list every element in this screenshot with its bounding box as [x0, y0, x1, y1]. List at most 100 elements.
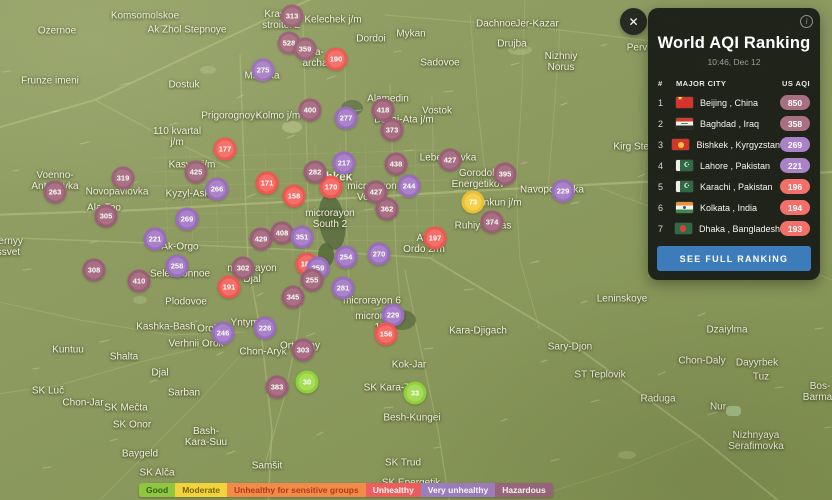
flag-icon-pk	[676, 160, 693, 171]
aqi-marker[interactable]: 374	[480, 210, 504, 234]
ranking-row[interactable]: 4 Lahore , Pakistan 221	[658, 155, 810, 176]
aqi-marker[interactable]: 410	[127, 269, 151, 293]
aqi-badge: 358	[780, 116, 810, 131]
aqi-marker[interactable]: 191	[217, 275, 241, 299]
aqi-marker[interactable]: 258	[165, 254, 189, 278]
aqi-badge: 196	[780, 179, 810, 194]
flag-icon-bd	[674, 223, 692, 234]
aqi-marker[interactable]: 73	[461, 190, 485, 214]
see-full-ranking-button[interactable]: SEE FULL RANKING	[657, 246, 811, 271]
aqi-marker[interactable]: 270	[367, 242, 391, 266]
col-rank: #	[658, 79, 663, 88]
flag-icon-in	[676, 202, 693, 213]
aqi-marker[interactable]: 275	[251, 58, 275, 82]
ranking-table-header: # MAJOR CITY US AQI	[658, 79, 810, 88]
ranking-row[interactable]: 6 Kolkata , India 194	[658, 197, 810, 218]
aqi-marker[interactable]: 438	[384, 152, 408, 176]
aqi-marker[interactable]: 305	[94, 204, 118, 228]
ranking-row[interactable]: 7 Dhaka , Bangladesh 193	[658, 218, 810, 239]
legend-item: Hazardous	[495, 483, 553, 497]
aqi-marker[interactable]: 158	[282, 184, 306, 208]
aqi-marker[interactable]: 373	[380, 118, 404, 142]
rank-number: 5	[658, 181, 664, 192]
ranking-rows: 1 Beijing , China 850 2 Baghdad , Iraq 358 3 Bi…	[658, 92, 810, 239]
close-icon[interactable]: ✕	[620, 8, 647, 35]
aqi-legend: Good Moderate Unhealthy for sensitive grou…	[139, 483, 553, 497]
aqi-marker[interactable]: 429	[249, 227, 273, 251]
world-aqi-ranking-panel: i World AQI Ranking 10:46, Dec 12 # MAJO…	[648, 8, 820, 280]
aqi-marker[interactable]: 277	[334, 106, 358, 130]
aqi-marker[interactable]: 302	[231, 256, 255, 280]
panel-timestamp: 10:46, Dec 12	[707, 57, 761, 67]
aqi-marker[interactable]: 221	[143, 227, 167, 251]
city-name: Dhaka , Bangladesh	[698, 223, 780, 234]
flag-icon-kg	[672, 139, 690, 150]
flag-icon-cn	[676, 97, 693, 108]
aqi-marker[interactable]: 255	[300, 268, 324, 292]
aqi-marker[interactable]: 266	[205, 177, 229, 201]
aqi-marker[interactable]: 359	[293, 37, 317, 61]
col-city: MAJOR CITY	[676, 79, 727, 88]
panel-title: World AQI Ranking	[657, 34, 811, 52]
legend-item: Very unhealthy	[420, 483, 496, 497]
aqi-badge: 221	[780, 158, 810, 173]
aqi-marker[interactable]: 319	[111, 166, 135, 190]
aqi-marker[interactable]: 229	[551, 179, 575, 203]
flag-icon-iq	[676, 118, 693, 129]
aqi-marker[interactable]: 217	[332, 151, 356, 175]
aqi-marker[interactable]: 30	[295, 370, 319, 394]
ranking-row[interactable]: 5 Karachi , Pakistan 196	[658, 176, 810, 197]
ranking-row[interactable]: 1 Beijing , China 850	[658, 92, 810, 113]
aqi-marker[interactable]: 244	[397, 174, 421, 198]
aqi-marker[interactable]: 345	[281, 285, 305, 309]
aqi-marker[interactable]: 425	[184, 160, 208, 184]
aqi-marker[interactable]: 313	[280, 4, 304, 28]
city-name: Bishkek , Kyrgyzstan	[696, 139, 780, 150]
aqi-marker[interactable]: 308	[82, 258, 106, 282]
legend-item: Unhealthy	[365, 483, 421, 497]
city-name: Baghdad , Iraq	[700, 118, 760, 129]
aqi-badge: 269	[780, 137, 810, 152]
city-name: Kolkata , India	[700, 202, 758, 213]
ranking-row[interactable]: 2 Baghdad , Iraq 358	[658, 113, 810, 134]
city-name: Karachi , Pakistan	[700, 181, 773, 192]
aqi-marker[interactable]: 177	[213, 137, 237, 161]
aqi-marker[interactable]: 197	[423, 226, 447, 250]
rank-number: 4	[658, 160, 664, 171]
aqi-marker[interactable]: 190	[324, 47, 348, 71]
aqi-marker[interactable]: 362	[375, 197, 399, 221]
rank-number: 6	[658, 202, 664, 213]
rank-number: 7	[658, 223, 664, 234]
aqi-marker[interactable]: 254	[334, 245, 358, 269]
rank-number: 3	[658, 139, 664, 150]
aqi-map-app: Komsomolskoe Ozernoe Ak Zhol Stepnoye Frunz…	[0, 0, 832, 500]
aqi-marker[interactable]: 156	[374, 322, 398, 346]
rank-number: 1	[658, 97, 664, 108]
legend-item: Moderate	[175, 483, 227, 497]
aqi-marker[interactable]: 33	[403, 381, 427, 405]
aqi-marker[interactable]: 400	[298, 98, 322, 122]
aqi-marker[interactable]: 383	[265, 375, 289, 399]
ranking-row[interactable]: 3 Bishkek , Kyrgyzstan 269	[658, 134, 810, 155]
rank-number: 2	[658, 118, 664, 129]
aqi-marker[interactable]: 281	[331, 276, 355, 300]
info-icon[interactable]: i	[800, 15, 813, 28]
city-name: Beijing , China	[700, 97, 759, 108]
aqi-marker[interactable]: 263	[43, 180, 67, 204]
aqi-marker[interactable]: 246	[211, 321, 235, 345]
legend-item: Unhealthy for sensitive groups	[227, 483, 366, 497]
aqi-marker[interactable]: 351	[290, 225, 314, 249]
city-name: Lahore , Pakistan	[700, 160, 771, 171]
flag-icon-pk	[676, 181, 693, 192]
aqi-marker[interactable]: 226	[253, 316, 277, 340]
aqi-badge: 194	[780, 200, 810, 215]
aqi-badge: 850	[780, 95, 810, 110]
aqi-marker[interactable]: 282	[303, 160, 327, 184]
aqi-marker[interactable]: 427	[438, 148, 462, 172]
aqi-marker[interactable]: 303	[291, 338, 315, 362]
aqi-badge: 193	[780, 221, 810, 236]
aqi-marker[interactable]: 395	[493, 162, 517, 186]
legend-item: Good	[139, 483, 176, 497]
aqi-marker[interactable]: 269	[175, 207, 199, 231]
aqi-marker[interactable]: 171	[255, 171, 279, 195]
